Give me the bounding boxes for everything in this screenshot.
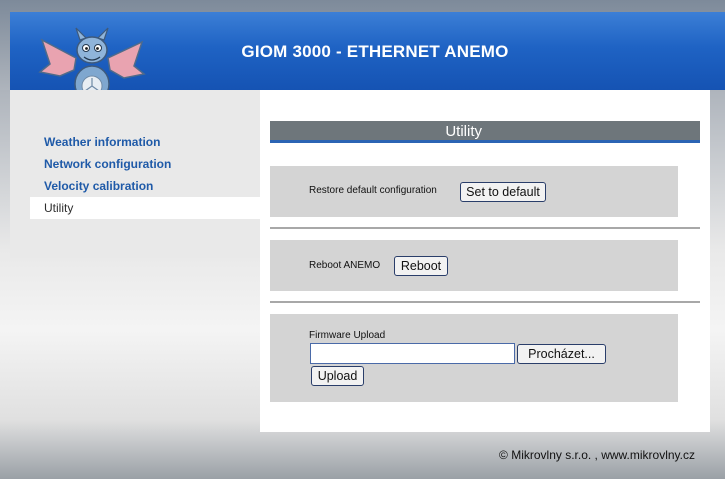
sidebar-item-utility[interactable]: Utility bbox=[30, 197, 260, 219]
firmware-upload-panel: Firmware Upload Procházet... Upload bbox=[270, 314, 678, 402]
restore-default-label: Restore default configuration bbox=[309, 185, 437, 196]
reboot-button[interactable]: Reboot bbox=[394, 256, 448, 276]
set-to-default-button[interactable]: Set to default bbox=[460, 182, 546, 202]
main-content: Utility Restore default configuration Se… bbox=[260, 90, 710, 432]
browse-button[interactable]: Procházet... bbox=[517, 344, 606, 364]
page-title: GIOM 3000 - ETHERNET ANEMO bbox=[241, 42, 509, 61]
restore-default-panel: Restore default configuration Set to def… bbox=[270, 166, 678, 217]
firmware-upload-label: Firmware Upload bbox=[309, 330, 386, 341]
firmware-file-input[interactable] bbox=[310, 343, 515, 364]
upload-button[interactable]: Upload bbox=[311, 366, 364, 386]
sidebar: Weather information Network configuratio… bbox=[10, 90, 260, 258]
divider bbox=[270, 227, 700, 229]
footer-copyright: © Mikrovlny s.r.o. , www.mikrovlny.cz bbox=[499, 448, 695, 462]
reboot-panel: Reboot ANEMO Reboot bbox=[270, 240, 678, 291]
sidebar-item-weather-information[interactable]: Weather information bbox=[44, 135, 160, 149]
reboot-label: Reboot ANEMO bbox=[309, 260, 381, 271]
sidebar-item-velocity-calibration[interactable]: Velocity calibration bbox=[44, 179, 153, 193]
sidebar-item-network-configuration[interactable]: Network configuration bbox=[44, 157, 171, 171]
divider bbox=[270, 301, 700, 303]
section-title: Utility bbox=[270, 121, 700, 143]
